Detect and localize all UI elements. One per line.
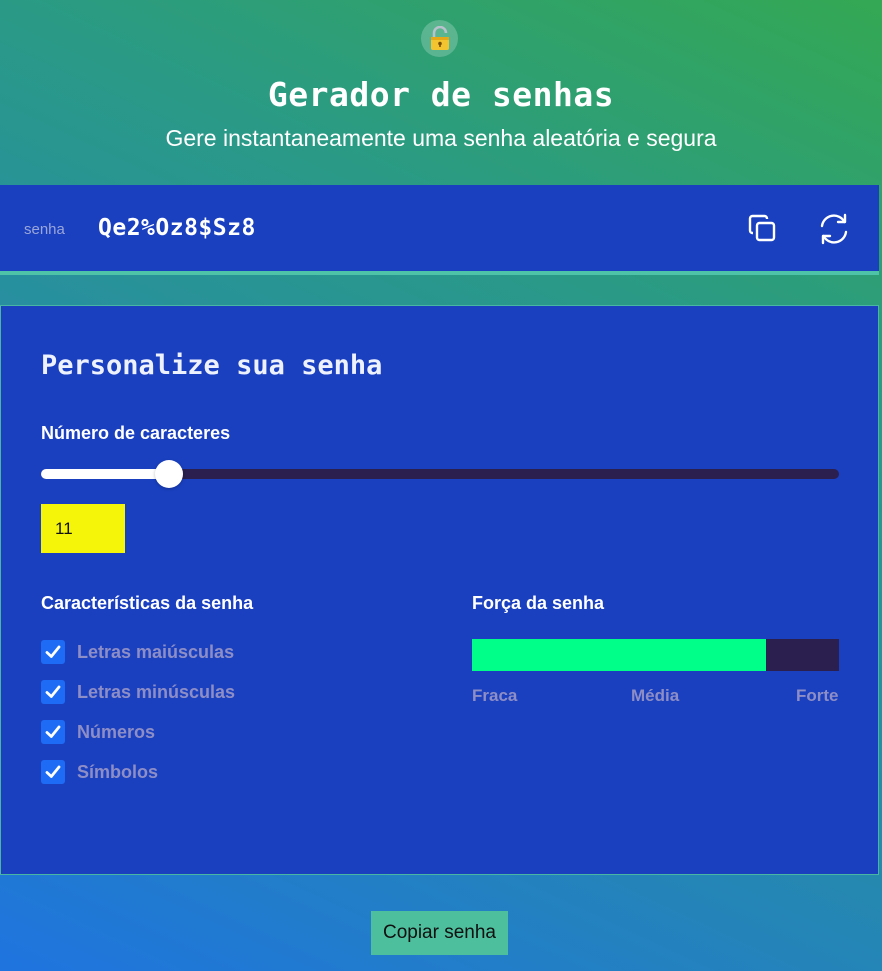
checkbox-symbols[interactable] [41, 760, 65, 784]
slider-thumb[interactable] [154, 460, 183, 488]
length-label: Número de caracteres [41, 423, 231, 443]
strength-label-strong: Forte [796, 686, 839, 705]
copy-password-button[interactable]: Copiar senha [371, 911, 508, 955]
option-label: Letras maiúsculas [77, 641, 235, 662]
checkbox-numbers[interactable] [41, 720, 65, 744]
copy-icon[interactable] [746, 212, 780, 246]
password-display: senha Qe2%Oz8$Sz8 [0, 185, 879, 275]
option-numbers[interactable]: Números [41, 720, 155, 744]
option-label: Símbolos [77, 761, 159, 782]
strength-label-weak: Fraca [472, 686, 518, 705]
checkbox-lowercase[interactable] [41, 680, 65, 704]
page-title: Gerador de senhas [267, 75, 615, 114]
option-label: Números [77, 721, 156, 742]
option-uppercase[interactable]: Letras maiúsculas [41, 640, 234, 664]
length-slider[interactable] [41, 460, 839, 488]
option-symbols[interactable]: Símbolos [41, 760, 158, 784]
password-value[interactable]: Qe2%Oz8$Sz8 [98, 215, 256, 241]
option-lowercase[interactable]: Letras minúsculas [41, 680, 235, 704]
page-subtitle: Gere instantaneamente uma senha aleatóri… [165, 125, 717, 151]
option-label: Letras minúsculas [77, 681, 236, 702]
strength-fill [472, 639, 766, 671]
strength-label-medium: Média [631, 686, 680, 705]
length-input[interactable] [41, 504, 125, 553]
slider-fill [41, 469, 169, 479]
checkbox-uppercase[interactable] [41, 640, 65, 664]
strength-title: Força da senha [472, 593, 605, 613]
features-title: Características da senha [41, 593, 254, 613]
lock-icon [421, 20, 458, 57]
password-label: senha [24, 221, 65, 238]
refresh-icon[interactable] [817, 212, 851, 246]
strength-meter [472, 639, 839, 671]
panel-title: Personalize sua senha [41, 350, 383, 381]
customize-panel: Personalize sua senha Número de caracter… [0, 305, 879, 875]
